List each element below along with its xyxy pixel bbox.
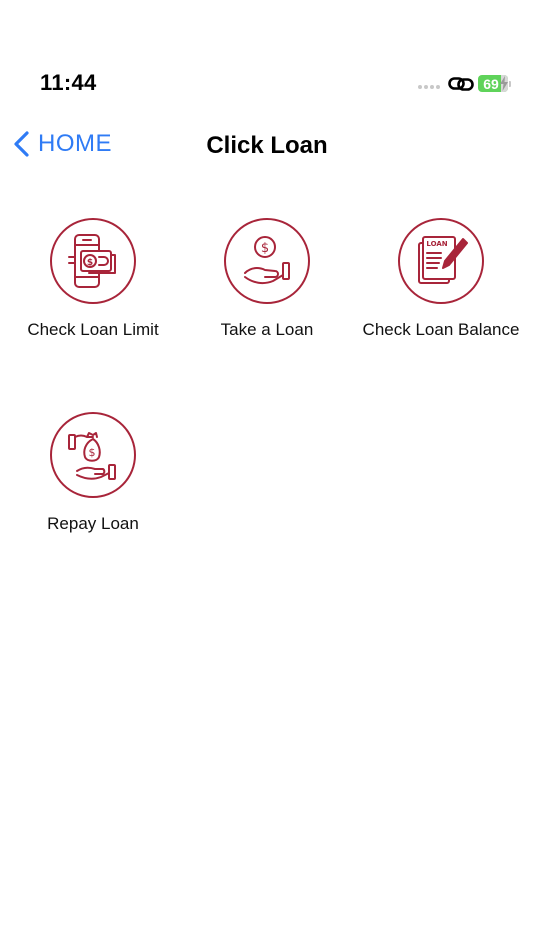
link-icon — [448, 77, 474, 91]
loan-document-pen-icon: LOAN — [418, 236, 468, 284]
tile-label: Take a Loan — [220, 320, 314, 339]
svg-text:$: $ — [87, 258, 93, 268]
check-loan-limit-button[interactable]: $ Check Loan Limit — [6, 218, 180, 340]
battery-charging-icon: 69 — [478, 75, 512, 92]
signal-dots-icon — [418, 85, 440, 89]
tile-label: Check Loan Limit — [27, 320, 159, 339]
tile-label: Check Loan Balance — [362, 320, 520, 339]
repay-loan-button[interactable]: $ Repay Loan — [6, 412, 180, 534]
money-bag-hand-icon: $ — [68, 432, 116, 480]
status-bar: 11:44 69 — [0, 0, 534, 110]
svg-text:$: $ — [89, 446, 96, 459]
svg-text:LOAN: LOAN — [426, 240, 447, 248]
battery-level: 69 — [483, 75, 499, 92]
phone-cash-icon: $ — [68, 234, 116, 288]
status-time: 11:44 — [40, 70, 97, 95]
page-title: Click Loan — [206, 132, 328, 159]
navigation-bar: HOME Click Loan — [0, 120, 534, 170]
check-loan-balance-button[interactable]: LOAN Check Loan Balance — [354, 218, 528, 340]
svg-text:$: $ — [261, 241, 269, 256]
tile-label: Repay Loan — [47, 514, 139, 533]
take-a-loan-button[interactable]: $ Take a Loan — [180, 218, 354, 340]
hand-coin-icon: $ — [244, 236, 290, 285]
